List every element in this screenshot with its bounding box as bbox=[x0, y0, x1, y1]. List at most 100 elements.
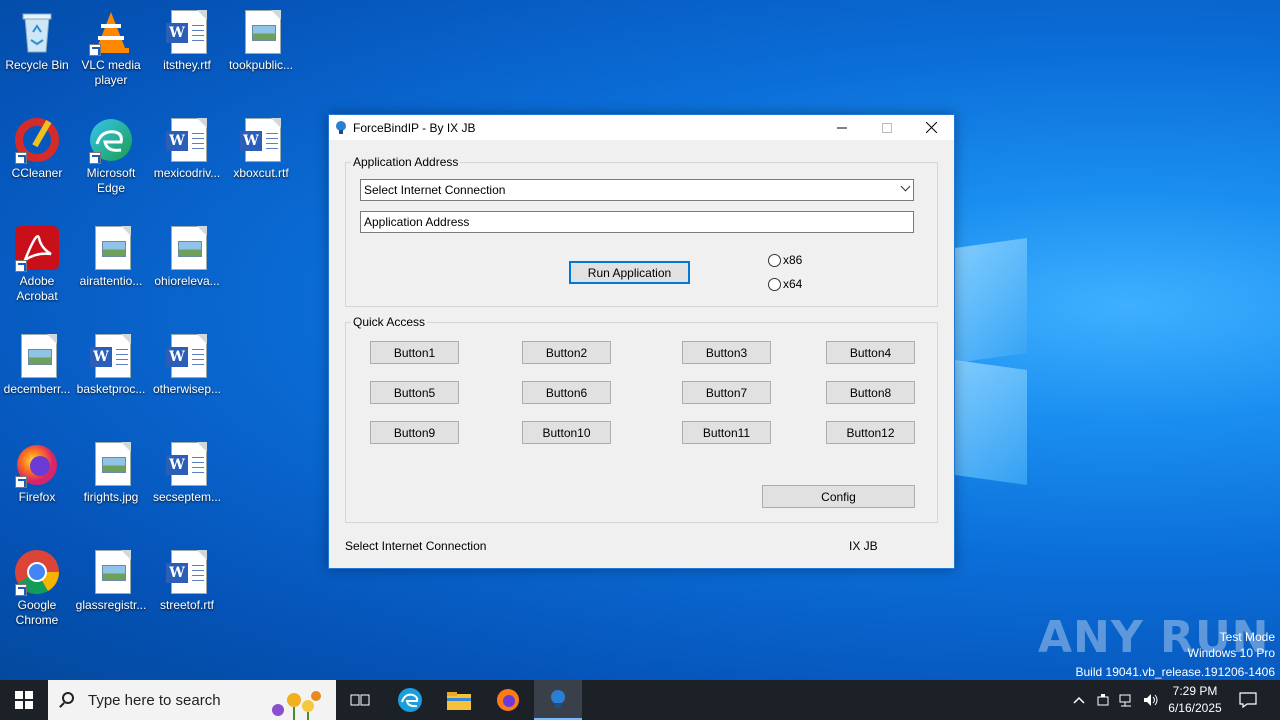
quick-button-6[interactable]: Button6 bbox=[522, 381, 611, 404]
build-text: Build 19041.vb_release.191206-1406 bbox=[1075, 665, 1276, 679]
desktop-icon-recycle-bin[interactable]: Recycle Bin bbox=[0, 8, 74, 73]
firefox-icon bbox=[497, 689, 519, 711]
desktop-icon-mexicodriv[interactable]: W mexicodriv... bbox=[150, 116, 224, 181]
desktop-icon-label: VLC media player bbox=[81, 58, 141, 87]
internet-connection-select[interactable]: Select Internet Connection bbox=[360, 179, 914, 201]
taskbar-firefox[interactable] bbox=[484, 680, 532, 720]
minimize-button[interactable] bbox=[819, 115, 864, 140]
desktop-icon-glassregistr[interactable]: glassregistr... bbox=[74, 548, 148, 613]
taskbar-search-box[interactable]: Type here to search bbox=[48, 680, 336, 720]
close-button[interactable] bbox=[909, 115, 954, 140]
desktop-icon-label: streetof.rtf bbox=[159, 598, 215, 612]
desktop-icon-label: Firefox bbox=[18, 490, 56, 504]
clock-time: 7:29 PM bbox=[1172, 684, 1218, 698]
chevron-up-icon bbox=[1073, 696, 1085, 704]
quick-button-2[interactable]: Button2 bbox=[522, 341, 611, 364]
ccleaner-icon bbox=[13, 116, 61, 164]
desktop-icon-label: Microsoft Edge bbox=[86, 166, 136, 195]
taskbar-forcebindip[interactable] bbox=[534, 680, 582, 720]
quick-button-12[interactable]: Button12 bbox=[826, 421, 915, 444]
desktop-icon-ccleaner[interactable]: CCleaner bbox=[0, 116, 74, 181]
config-button[interactable]: Config bbox=[762, 485, 915, 508]
desktop-icon-label: itsthey.rtf bbox=[163, 58, 211, 72]
word-document-icon: W bbox=[87, 332, 135, 380]
chrome-icon bbox=[13, 548, 61, 596]
speaker-icon bbox=[1144, 694, 1158, 706]
radio-x64-label: x64 bbox=[783, 277, 803, 291]
desktop-icon-label: ohiorelevа... bbox=[154, 274, 220, 288]
desktop-icon-label: airattentio... bbox=[79, 274, 143, 288]
network-button[interactable] bbox=[1116, 680, 1138, 720]
desktop-icon-firefox[interactable]: Firefox bbox=[0, 440, 74, 505]
windows-edition-text: Windows 10 Pro bbox=[1187, 646, 1275, 660]
radio-circle bbox=[768, 277, 781, 291]
desktop-icon-microsoft-edge[interactable]: Microsoft Edge bbox=[74, 116, 148, 196]
desktop-icon-itsthey[interactable]: W itsthey.rtf bbox=[150, 8, 224, 73]
desktop-icon-label: xboxcut.rtf bbox=[233, 166, 289, 180]
taskbar-edge[interactable] bbox=[386, 680, 434, 720]
image-file-icon bbox=[13, 332, 61, 380]
action-center-button[interactable] bbox=[1232, 680, 1264, 720]
word-document-icon: W bbox=[163, 440, 211, 488]
desktop-icon-label: Google Chrome bbox=[15, 598, 59, 627]
image-file-icon bbox=[87, 224, 135, 272]
start-button[interactable] bbox=[0, 680, 48, 720]
desktop-icon-firights[interactable]: firights.jpg bbox=[74, 440, 148, 505]
desktop-icon-adobe-acrobat[interactable]: Adobe Acrobat bbox=[0, 224, 74, 304]
desktop-icon-google-chrome[interactable]: Google Chrome bbox=[0, 548, 74, 628]
windows-logo-wallpaper bbox=[940, 235, 1040, 490]
status-author-text: IX JB bbox=[849, 539, 878, 553]
desktop-icon-otherwisep[interactable]: W otherwisep... bbox=[150, 332, 224, 397]
desktop-icon-secseptem[interactable]: W secseptem... bbox=[150, 440, 224, 505]
desktop-icon-vlc[interactable]: VLC media player bbox=[74, 8, 148, 88]
forcebindip-app-icon bbox=[551, 690, 565, 708]
taskbar-clock[interactable]: 7:29 PM 6/16/2025 bbox=[1166, 683, 1224, 717]
taskbar-file-explorer[interactable] bbox=[435, 680, 483, 720]
title-bar[interactable]: ForceBindIP - By IX JB bbox=[329, 115, 954, 140]
desktop-icon-label: otherwisep... bbox=[152, 382, 222, 396]
tray-device-icon[interactable] bbox=[1092, 680, 1114, 720]
radio-x86[interactable]: x86 bbox=[768, 253, 802, 267]
image-file-icon bbox=[237, 8, 285, 56]
forcebindip-window: ForceBindIP - By IX JB Application Addre… bbox=[328, 114, 955, 569]
test-mode-text: Test Mode bbox=[1219, 630, 1275, 644]
volume-button[interactable] bbox=[1140, 680, 1162, 720]
desktop-icon-xboxcut[interactable]: W xboxcut.rtf bbox=[224, 116, 298, 181]
quick-button-8[interactable]: Button8 bbox=[826, 381, 915, 404]
radio-x64[interactable]: x64 bbox=[768, 277, 802, 291]
desktop-icon-ohiorelevа[interactable]: ohiorelevа... bbox=[150, 224, 224, 289]
quick-button-7[interactable]: Button7 bbox=[682, 381, 771, 404]
desktop-icon-december[interactable]: decemberr... bbox=[0, 332, 74, 397]
image-file-icon bbox=[163, 224, 211, 272]
image-file-icon bbox=[87, 548, 135, 596]
quick-button-1[interactable]: Button1 bbox=[370, 341, 459, 364]
quick-button-5[interactable]: Button5 bbox=[370, 381, 459, 404]
quick-button-3[interactable]: Button3 bbox=[682, 341, 771, 364]
clock-date: 6/16/2025 bbox=[1168, 701, 1222, 715]
word-document-icon: W bbox=[163, 8, 211, 56]
application-address-input[interactable]: Application Address bbox=[360, 211, 914, 233]
desktop-icon-airattention[interactable]: airattentio... bbox=[74, 224, 148, 289]
quick-button-11[interactable]: Button11 bbox=[682, 421, 771, 444]
word-document-icon: W bbox=[163, 548, 211, 596]
window-title: ForceBindIP - By IX JB bbox=[353, 121, 476, 135]
network-icon bbox=[1119, 694, 1131, 707]
search-placeholder: Type here to search bbox=[88, 692, 221, 709]
maximize-button[interactable] bbox=[864, 115, 909, 140]
quick-button-9[interactable]: Button9 bbox=[370, 421, 459, 444]
image-file-icon bbox=[87, 440, 135, 488]
desktop-icon-streetof[interactable]: W streetof.rtf bbox=[150, 548, 224, 613]
status-connection-text: Select Internet Connection bbox=[345, 539, 487, 553]
task-view-button[interactable] bbox=[336, 680, 384, 720]
quick-button-10[interactable]: Button10 bbox=[522, 421, 611, 444]
close-icon bbox=[926, 122, 937, 133]
quick-button-4[interactable]: Button4 bbox=[826, 341, 915, 364]
show-hidden-icons-button[interactable] bbox=[1068, 680, 1090, 720]
app-icon bbox=[334, 120, 348, 134]
desktop-icon-label: firights.jpg bbox=[83, 490, 139, 504]
desktop-icon-tookpublic[interactable]: tookpublic... bbox=[224, 8, 298, 73]
desktop-icon-basketproc[interactable]: W basketproc... bbox=[74, 332, 148, 397]
desktop-icon-label: Adobe Acrobat bbox=[16, 274, 58, 303]
run-application-button[interactable]: Run Application bbox=[569, 261, 690, 284]
word-document-icon: W bbox=[163, 332, 211, 380]
